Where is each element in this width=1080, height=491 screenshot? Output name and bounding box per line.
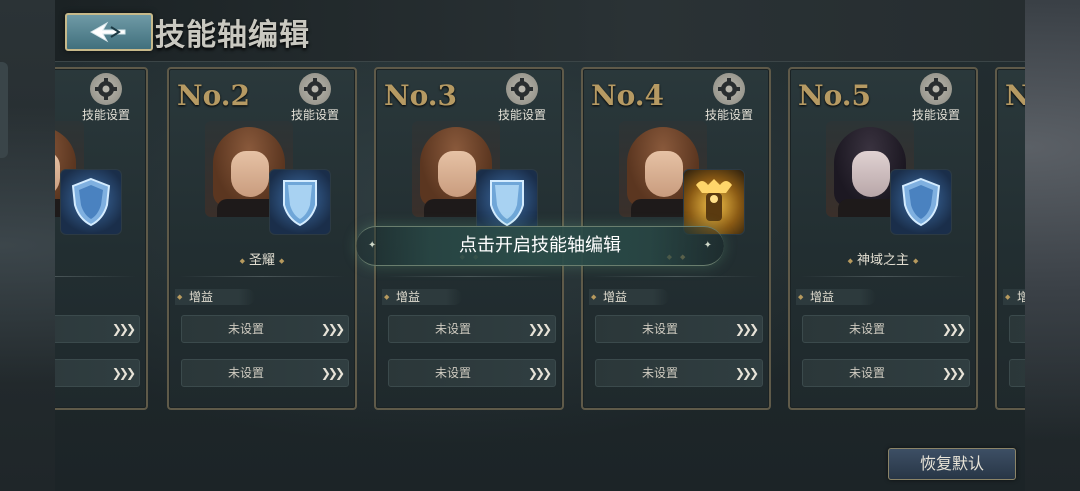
sparkle-icon: ✦ xyxy=(703,240,712,251)
back-button[interactable] xyxy=(65,13,153,51)
skill-slot-2[interactable]: 未设置 ❯❯❯ xyxy=(181,359,349,387)
divider xyxy=(800,276,966,277)
header-bar: 技能轴编辑 xyxy=(55,0,1025,62)
buff-tag: 增益 xyxy=(796,289,876,305)
divider xyxy=(593,276,759,277)
card-number: No xyxy=(1005,79,1025,112)
buff-tag: 增益 xyxy=(175,289,255,305)
gear-icon xyxy=(920,73,952,105)
card-number: No.5 xyxy=(798,79,872,112)
skill-slot-2[interactable] xyxy=(1009,359,1025,387)
skill-settings-button[interactable]: 技能设置 xyxy=(287,73,343,123)
gear-icon xyxy=(90,73,122,105)
skill-slot-2[interactable]: 未设置 ❯❯❯ xyxy=(388,359,556,387)
back-arrow-icon xyxy=(89,21,126,43)
skill-slot-1[interactable] xyxy=(1009,315,1025,343)
enable-editing-banner[interactable]: ✦ 点击开启技能轴编辑 ✦ xyxy=(356,226,724,266)
skill-slot-1[interactable]: 未设置 ❯❯❯ xyxy=(802,315,970,343)
skill-name: 圣耀 xyxy=(169,249,355,268)
divider xyxy=(179,276,345,277)
sparkle-icon: ✦ xyxy=(368,240,377,251)
skill-settings-button[interactable]: 技能设置 xyxy=(78,73,134,123)
triple-chevron-right-icon: ❯❯❯ xyxy=(320,322,345,336)
triple-chevron-right-icon: ❯❯❯ xyxy=(527,322,552,336)
enable-editing-text: 点击开启技能轴编辑 xyxy=(459,235,621,256)
shield-skill-icon[interactable] xyxy=(269,169,331,235)
skill-slot-2[interactable]: 未设置 ❯❯❯ xyxy=(595,359,763,387)
skill-card-6[interactable]: No 增 xyxy=(995,67,1025,410)
skill-card-1[interactable]: 技能设置 墙 置❯❯❯ 置❯❯❯ xyxy=(55,67,148,410)
slot-label: 未设置 xyxy=(228,366,265,380)
skill-settings-button[interactable]: 技能设置 xyxy=(494,73,550,123)
skill-name: 墙 xyxy=(55,249,126,268)
gear-icon xyxy=(299,73,331,105)
skill-settings-button[interactable]: 技能设置 xyxy=(701,73,757,123)
skill-slot-1[interactable]: 未设置 ❯❯❯ xyxy=(595,315,763,343)
restore-default-button[interactable]: 恢复默认 xyxy=(888,448,1016,480)
card-number: No.3 xyxy=(384,79,458,112)
skill-slot-1[interactable]: 未设置 ❯❯❯ xyxy=(388,315,556,343)
slot-label: 未设置 xyxy=(435,366,472,380)
slot-label: 未设置 xyxy=(228,322,265,336)
triple-chevron-right-icon: ❯❯❯ xyxy=(527,366,552,380)
slot-label: 未设置 xyxy=(849,366,886,380)
triple-chevron-right-icon: ❯❯❯ xyxy=(734,366,759,380)
triple-chevron-right-icon: ❯❯❯ xyxy=(111,366,136,380)
skill-settings-button[interactable]: 技能设置 xyxy=(908,73,964,123)
slot-label: 未设置 xyxy=(435,322,472,336)
skill-slot-1[interactable]: 置❯❯❯ xyxy=(55,315,140,343)
buff-tag: 增益 xyxy=(589,289,669,305)
skill-slot-2[interactable]: 置❯❯❯ xyxy=(55,359,140,387)
shield-skill-icon[interactable] xyxy=(60,169,122,235)
triple-chevron-right-icon: ❯❯❯ xyxy=(734,322,759,336)
skill-settings-label: 技能设置 xyxy=(497,108,546,122)
skill-slot-1[interactable]: 未设置 ❯❯❯ xyxy=(181,315,349,343)
page-title: 技能轴编辑 xyxy=(155,18,310,53)
triple-chevron-right-icon: ❯❯❯ xyxy=(941,322,966,336)
skill-card-2[interactable]: No.2 技能设置 圣耀 增益 未设置 ❯❯❯ 未设置 ❯❯❯ xyxy=(167,67,357,410)
gear-icon xyxy=(713,73,745,105)
skill-name: 神域之主 xyxy=(790,249,976,268)
card-number: No.2 xyxy=(177,79,251,112)
card-number: No.4 xyxy=(591,79,665,112)
buff-tag: 增益 xyxy=(382,289,462,305)
triple-chevron-right-icon: ❯❯❯ xyxy=(320,366,345,380)
skill-settings-label: 技能设置 xyxy=(911,108,960,122)
triple-chevron-right-icon: ❯❯❯ xyxy=(111,322,136,336)
slot-label: 未设置 xyxy=(849,322,886,336)
skill-settings-label: 技能设置 xyxy=(704,108,753,122)
shield-skill-icon[interactable] xyxy=(890,169,952,235)
skill-settings-label: 技能设置 xyxy=(290,108,339,122)
divider xyxy=(55,276,136,277)
gear-icon xyxy=(506,73,538,105)
left-edge-tab[interactable] xyxy=(0,62,8,158)
skill-slot-2[interactable]: 未设置 ❯❯❯ xyxy=(802,359,970,387)
divider xyxy=(386,276,552,277)
slot-label: 未设置 xyxy=(642,322,679,336)
triple-chevron-right-icon: ❯❯❯ xyxy=(941,366,966,380)
slot-label: 未设置 xyxy=(642,366,679,380)
skill-settings-label: 技能设置 xyxy=(81,108,130,122)
skill-card-5[interactable]: No.5 技能设置 神域之主 增益 未设置 ❯❯❯ 未设置 ❯❯❯ xyxy=(788,67,978,410)
buff-tag: 增 xyxy=(1003,289,1025,305)
